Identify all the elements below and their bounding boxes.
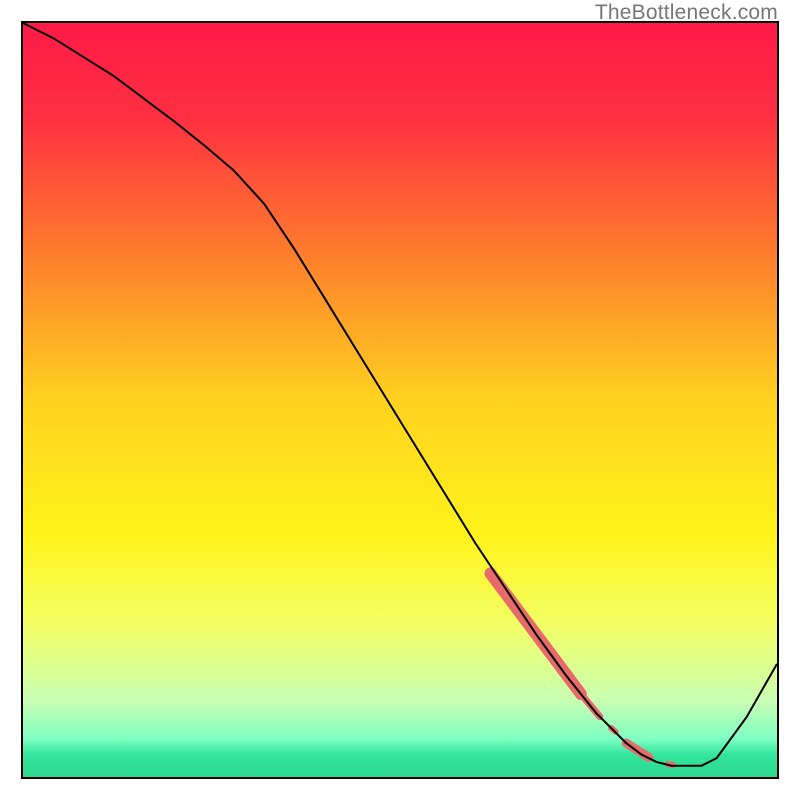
- line-layer: [23, 23, 777, 777]
- chart-container: TheBottleneck.com: [0, 0, 800, 800]
- bottleneck-curve: [23, 23, 777, 766]
- highlight-group: [490, 573, 672, 765]
- plot-area: [21, 21, 779, 779]
